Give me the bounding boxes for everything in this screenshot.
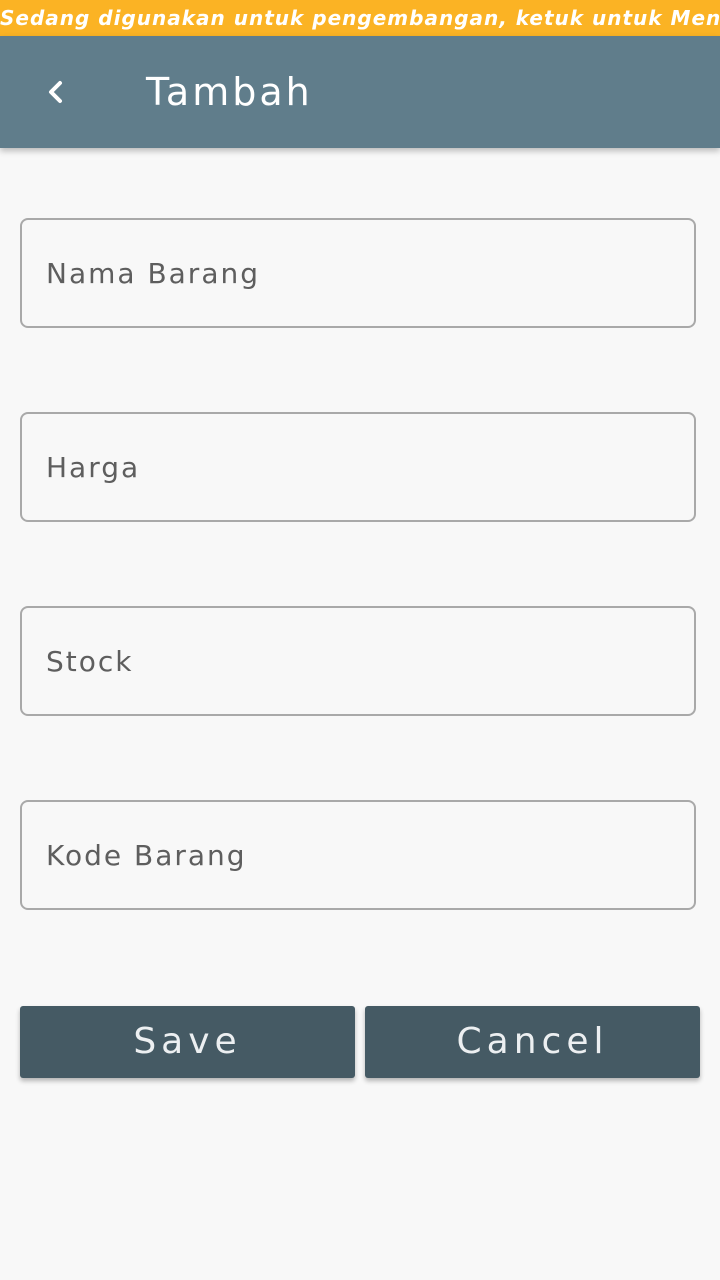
stock-field — [20, 606, 696, 716]
dev-mode-banner[interactable]: Sedang digunakan untuk pengembangan, ket… — [0, 0, 720, 36]
page-title: Tambah — [146, 70, 313, 114]
stock-input[interactable] — [22, 608, 694, 714]
harga-field — [20, 412, 696, 522]
save-button[interactable]: Save — [20, 1006, 355, 1078]
chevron-left-icon — [44, 76, 68, 108]
nama-barang-field — [20, 218, 696, 328]
back-button[interactable] — [26, 62, 86, 122]
harga-input[interactable] — [22, 414, 694, 520]
cancel-button[interactable]: Cancel — [365, 1006, 700, 1078]
kode-barang-field — [20, 800, 696, 910]
kode-barang-input[interactable] — [22, 802, 694, 908]
app-bar: Tambah — [0, 36, 720, 148]
nama-barang-input[interactable] — [22, 220, 694, 326]
